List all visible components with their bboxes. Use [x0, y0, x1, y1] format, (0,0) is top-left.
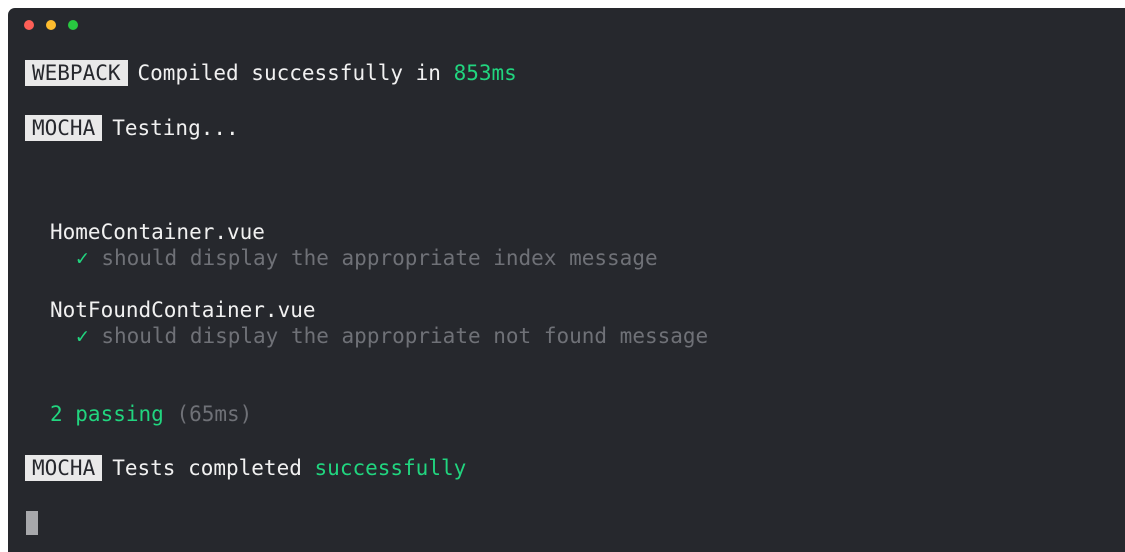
suite-name: HomeContainer.vue [50, 220, 265, 244]
mocha-end-status: successfully [314, 456, 467, 480]
maximize-window-button[interactable] [68, 20, 78, 30]
mocha-end-line: MOCHA Tests completed successfully [25, 455, 466, 481]
test-result: ✓ should display the appropriate not fou… [76, 323, 708, 349]
summary-line: 2 passing (65ms) [50, 401, 252, 427]
test-result: ✓ should display the appropriate index m… [76, 245, 658, 271]
mocha-start-message: Testing... [112, 116, 239, 140]
passing-count: 2 passing [50, 402, 164, 426]
mocha-start-line: MOCHA Testing... [25, 115, 239, 141]
webpack-message: Compiled successfully in [137, 61, 441, 85]
close-window-button[interactable] [24, 20, 34, 30]
mocha-end-message: Tests completed [112, 456, 302, 480]
webpack-line: WEBPACK Compiled successfully in 853ms [25, 60, 517, 86]
test-title: should display the appropriate not found… [101, 324, 709, 348]
webpack-badge: WEBPACK [25, 60, 128, 86]
check-icon: ✓ [76, 246, 89, 270]
passing-duration: (65ms) [176, 402, 253, 426]
mocha-badge: MOCHA [25, 115, 103, 141]
terminal-window: WEBPACK Compiled successfully in 853ms MO… [8, 8, 1125, 552]
suite-name: NotFoundContainer.vue [50, 298, 316, 322]
test-title: should display the appropriate index mes… [101, 246, 658, 270]
minimize-window-button[interactable] [46, 20, 56, 30]
webpack-time: 853ms [453, 61, 517, 85]
check-icon: ✓ [76, 324, 89, 348]
terminal-cursor[interactable] [26, 511, 38, 535]
mocha-badge: MOCHA [25, 455, 103, 481]
